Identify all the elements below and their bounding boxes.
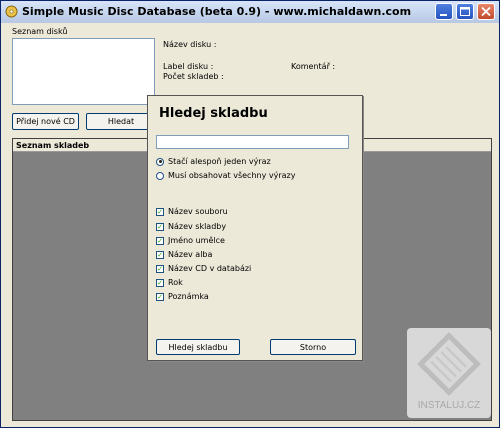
check-icon[interactable]: ✓ (156, 222, 164, 231)
check-icon[interactable]: ✓ (156, 207, 164, 216)
disk-label-label: Label disku : (163, 62, 214, 71)
add-cd-button[interactable]: Přidej nové CD (12, 113, 79, 130)
track-count-label: Počet skladeb : (163, 72, 224, 81)
radio-all-label: Musí obsahovat všechny výrazy (168, 171, 296, 180)
search-button[interactable]: Hledat (86, 113, 156, 130)
field-label: Poznámka (168, 292, 209, 301)
radio-any-option[interactable]: Stačí alespoň jeden výraz (156, 156, 271, 167)
window-title: Simple Music Disc Database (beta 0.9) - … (22, 5, 412, 18)
app-icon (5, 5, 18, 18)
dialog-title: Hledej skladbu (159, 106, 268, 121)
search-dialog: Hledej skladbu Stačí alespoň jeden výraz… (147, 95, 363, 361)
check-icon[interactable]: ✓ (156, 250, 164, 259)
disk-name-label: Název disku : (163, 40, 217, 49)
watermark-text: INSTALUJ.CZ (418, 400, 481, 411)
minimize-icon (440, 14, 447, 16)
field-checkbox[interactable]: ✓ Název souboru (156, 206, 228, 217)
field-label: Jméno umělce (168, 236, 225, 245)
disk-list[interactable] (12, 38, 155, 105)
maximize-button[interactable] (456, 3, 474, 20)
field-checkbox[interactable]: ✓ Jméno umělce (156, 235, 225, 246)
radio-unselected-icon[interactable] (156, 171, 164, 180)
field-checkbox[interactable]: ✓ Poznámka (156, 291, 209, 302)
radio-all-option[interactable]: Musí obsahovat všechny výrazy (156, 170, 295, 181)
field-checkbox[interactable]: ✓ Název alba (156, 249, 212, 260)
check-icon[interactable]: ✓ (156, 278, 164, 287)
minimize-button[interactable] (435, 3, 453, 20)
close-button[interactable] (477, 3, 495, 20)
field-label: Název skladby (168, 222, 227, 231)
cancel-button[interactable]: Storno (270, 339, 356, 355)
field-checkbox[interactable]: ✓ Název skladby (156, 221, 226, 232)
field-checkbox[interactable]: ✓ Název CD v databázi (156, 263, 251, 274)
check-icon[interactable]: ✓ (156, 236, 164, 245)
search-track-button[interactable]: Hledej skladbu (156, 339, 240, 355)
field-label: Název souboru (168, 207, 228, 216)
check-icon[interactable]: ✓ (156, 292, 164, 301)
close-icon (481, 6, 491, 17)
main-window: Simple Music Disc Database (beta 0.9) - … (0, 0, 500, 428)
radio-selected-icon[interactable] (156, 157, 164, 166)
field-label: Název alba (168, 250, 213, 259)
field-label: Název CD v databázi (168, 264, 252, 273)
search-input[interactable] (156, 135, 349, 149)
field-label: Rok (168, 278, 183, 287)
field-checkbox[interactable]: ✓ Rok (156, 277, 183, 288)
comment-label: Komentář : (291, 62, 336, 71)
instaluj-logo: INSTALUJ.CZ (407, 328, 491, 418)
check-icon[interactable]: ✓ (156, 264, 164, 273)
disk-list-label: Seznam disků (12, 27, 68, 36)
maximize-icon (460, 7, 470, 16)
radio-any-label: Stačí alespoň jeden výraz (168, 157, 271, 166)
title-bar[interactable]: Simple Music Disc Database (beta 0.9) - … (1, 1, 499, 23)
